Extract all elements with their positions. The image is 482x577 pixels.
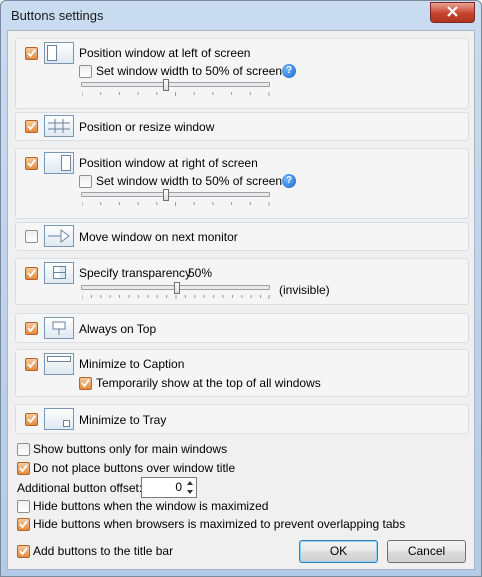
checkbox-no-over-title[interactable] bbox=[17, 462, 30, 475]
window-right-icon bbox=[44, 152, 74, 174]
close-icon bbox=[447, 6, 458, 17]
ok-button[interactable]: OK bbox=[299, 540, 378, 563]
tray-icon bbox=[44, 408, 74, 430]
checkbox-right-width-50[interactable] bbox=[79, 175, 92, 188]
label-transparency: Specify transparency bbox=[79, 266, 192, 280]
label-offset: Additional button offset: bbox=[17, 481, 143, 495]
caption-icon bbox=[44, 353, 74, 375]
checkbox-show-top[interactable] bbox=[79, 377, 92, 390]
label-add-to-titlebar: Add buttons to the title bar bbox=[33, 544, 174, 558]
label-minimize-tray: Minimize to Tray bbox=[79, 413, 167, 427]
settings-window: Buttons settings Position window at left… bbox=[0, 0, 482, 577]
title-bar[interactable]: Buttons settings bbox=[1, 1, 481, 29]
label-invisible: (invisible) bbox=[279, 283, 330, 297]
slider-right-width[interactable] bbox=[81, 189, 270, 201]
label-resize: Position or resize window bbox=[79, 120, 215, 134]
checkbox-always-on-top[interactable] bbox=[25, 322, 38, 335]
checkmark-icon bbox=[19, 547, 28, 556]
group-next-monitor: Move window on next monitor bbox=[15, 222, 469, 251]
grid-icon bbox=[44, 115, 74, 137]
slider-ticks bbox=[82, 202, 270, 206]
checkbox-minimize-tray[interactable] bbox=[25, 413, 38, 426]
label-hide-browsers: Hide buttons when browsers is maximized … bbox=[33, 517, 406, 531]
checkmark-icon bbox=[27, 360, 36, 369]
group-position-left: Position window at left of screen Set wi… bbox=[15, 38, 469, 109]
spinner-arrows-icon[interactable] bbox=[184, 478, 196, 497]
checkmark-icon bbox=[27, 122, 36, 131]
slider-thumb[interactable] bbox=[163, 79, 169, 91]
checkbox-resize[interactable] bbox=[25, 120, 38, 133]
label-position-right: Position window at right of screen bbox=[79, 156, 258, 170]
dialog-body: Position window at left of screen Set wi… bbox=[7, 30, 475, 570]
checkbox-hide-maximized[interactable] bbox=[17, 500, 30, 513]
checkmark-icon bbox=[19, 520, 28, 529]
checkmark-icon bbox=[81, 379, 90, 388]
group-minimize-tray: Minimize to Tray bbox=[15, 404, 469, 434]
slider-left-width[interactable] bbox=[81, 79, 270, 91]
label-always-on-top: Always on Top bbox=[79, 322, 157, 336]
window-title: Buttons settings bbox=[11, 8, 104, 23]
group-resize: Position or resize window bbox=[15, 112, 469, 141]
help-icon[interactable]: ? bbox=[282, 174, 296, 188]
checkmark-icon bbox=[27, 269, 36, 278]
cancel-button[interactable]: Cancel bbox=[387, 540, 466, 563]
checkmark-icon bbox=[27, 324, 36, 333]
checkbox-main-windows-only[interactable] bbox=[17, 443, 30, 456]
slider-transparency[interactable] bbox=[81, 282, 270, 294]
label-next-monitor: Move window on next monitor bbox=[79, 230, 238, 244]
checkmark-icon bbox=[19, 464, 28, 473]
label-no-over-title: Do not place buttons over window title bbox=[33, 461, 236, 475]
group-position-right: Position window at right of screen Set w… bbox=[15, 148, 469, 219]
help-icon[interactable]: ? bbox=[282, 64, 296, 78]
close-button[interactable] bbox=[430, 2, 475, 23]
checkbox-add-to-titlebar[interactable] bbox=[17, 545, 30, 558]
slider-thumb[interactable] bbox=[163, 189, 169, 201]
checkbox-minimize-caption[interactable] bbox=[25, 358, 38, 371]
slider-ticks bbox=[82, 295, 270, 299]
label-minimize-caption: Minimize to Caption bbox=[79, 357, 185, 371]
move-monitor-icon bbox=[44, 225, 74, 247]
checkmark-icon bbox=[27, 159, 36, 168]
label-position-left: Position window at left of screen bbox=[79, 46, 251, 60]
transparency-value: 50% bbox=[188, 266, 213, 280]
label-main-windows-only: Show buttons only for main windows bbox=[33, 442, 228, 456]
pin-icon bbox=[44, 317, 74, 339]
transparency-icon bbox=[44, 262, 74, 284]
checkbox-position-left[interactable] bbox=[25, 47, 38, 60]
slider-thumb[interactable] bbox=[174, 282, 180, 294]
group-always-on-top: Always on Top bbox=[15, 313, 469, 343]
window-left-icon bbox=[44, 42, 74, 64]
offset-value: 0 bbox=[175, 480, 182, 494]
checkbox-hide-browsers[interactable] bbox=[17, 518, 30, 531]
group-minimize-caption: Minimize to Caption Temporarily show at … bbox=[15, 349, 469, 397]
checkmark-icon bbox=[27, 415, 36, 424]
checkbox-position-right[interactable] bbox=[25, 157, 38, 170]
group-transparency: Specify transparency 50% (invisible) bbox=[15, 258, 469, 305]
checkbox-next-monitor[interactable] bbox=[25, 230, 38, 243]
slider-ticks bbox=[82, 92, 270, 96]
label-right-width-50: Set window width to 50% of screen bbox=[96, 174, 283, 188]
label-hide-maximized: Hide buttons when the window is maximize… bbox=[33, 499, 269, 513]
label-left-width-50: Set window width to 50% of screen bbox=[96, 64, 283, 78]
checkbox-left-width-50[interactable] bbox=[79, 65, 92, 78]
checkmark-icon bbox=[27, 49, 36, 58]
checkbox-transparency[interactable] bbox=[25, 267, 38, 280]
offset-spinner[interactable]: 0 bbox=[141, 477, 197, 498]
label-show-top: Temporarily show at the top of all windo… bbox=[96, 376, 321, 390]
